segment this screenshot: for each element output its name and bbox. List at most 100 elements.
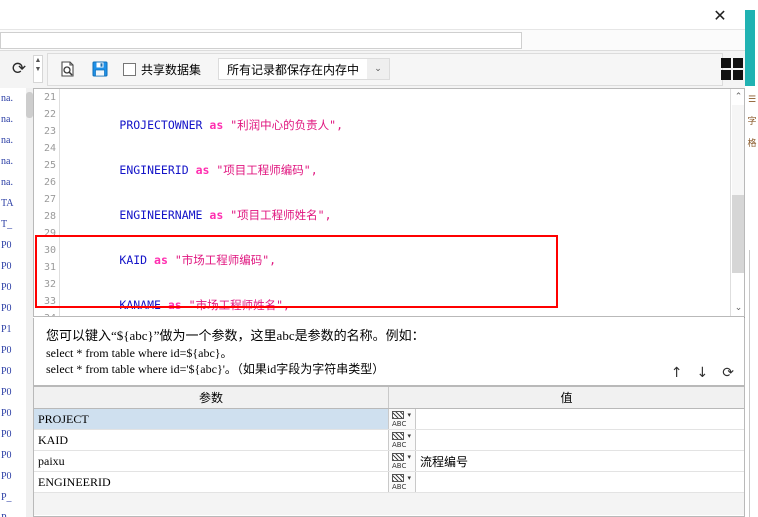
text-type-icon[interactable]: ▾ ABC bbox=[391, 431, 413, 449]
param-type-cell[interactable]: ▾ ABC bbox=[389, 472, 416, 492]
shared-dataset-label: 共享数据集 bbox=[141, 62, 202, 77]
bg-icon-3: 格 bbox=[747, 138, 757, 148]
table-row[interactable]: ENGINEERID ▾ ABC bbox=[34, 472, 744, 493]
chevron-down-icon[interactable]: ▾ bbox=[407, 411, 411, 419]
type-hatch bbox=[392, 431, 404, 440]
save-icon[interactable] bbox=[90, 59, 110, 79]
line-number: 25 bbox=[43, 160, 56, 171]
refresh-icon[interactable]: ⟳ bbox=[6, 56, 32, 82]
code-token-alias: "利润中心的负责人", bbox=[230, 118, 343, 132]
background-gutter-row: P_ bbox=[1, 492, 12, 503]
code-content[interactable]: PROJECTOWNER as "利润中心的负责人", ENGINEERID a… bbox=[60, 89, 730, 316]
background-gutter-scroll-thumb[interactable] bbox=[26, 92, 33, 118]
refresh-params-icon[interactable]: ⟳ bbox=[722, 365, 734, 381]
background-gutter-row: na. bbox=[1, 177, 13, 188]
code-line: ENGINEERID as "项目工程师编码", bbox=[60, 162, 730, 179]
param-value-cell[interactable] bbox=[416, 472, 744, 492]
storage-mode-value: 所有记录都保存在内存中 bbox=[227, 62, 360, 77]
scroll-down-small-icon[interactable]: ▼ bbox=[34, 65, 42, 74]
hint-line-2: select * from table where id=${abc}。 bbox=[46, 346, 233, 360]
table-row[interactable]: PROJECT ▾ ABC bbox=[34, 409, 744, 430]
line-number: 22 bbox=[43, 109, 56, 120]
param-name-cell[interactable]: paixu bbox=[34, 451, 389, 471]
param-type-cell[interactable]: ▾ ABC bbox=[389, 451, 416, 471]
line-number: 27 bbox=[43, 194, 56, 205]
code-token-as: as bbox=[154, 253, 168, 267]
storage-mode-select[interactable]: 所有记录都保存在内存中 ⌄ bbox=[218, 58, 391, 80]
grid-view-button[interactable] bbox=[720, 57, 744, 81]
scroll-down-icon[interactable]: ⌄ bbox=[731, 300, 744, 316]
line-number: 33 bbox=[43, 296, 56, 307]
grid-cell-4 bbox=[733, 70, 743, 80]
type-label: ABC bbox=[392, 419, 407, 428]
line-number: 32 bbox=[43, 279, 56, 290]
text-type-icon[interactable]: ▾ ABC bbox=[391, 473, 413, 491]
line-number: 30 bbox=[43, 245, 56, 256]
shared-dataset-checkbox[interactable] bbox=[123, 62, 136, 76]
parameter-hint-box: 您可以键入“${abc}”做为一个参数，这里abc是参数的名称。例如： sele… bbox=[33, 318, 745, 386]
code-line: PROJECTOWNER as "利润中心的负责人", bbox=[60, 117, 730, 134]
background-gutter-row: P0 bbox=[1, 282, 12, 293]
type-hatch bbox=[392, 452, 404, 461]
line-number: 23 bbox=[43, 126, 56, 137]
background-gutter-row: P1 bbox=[1, 324, 12, 335]
close-icon[interactable]: ✕ bbox=[699, 0, 741, 30]
chevron-down-icon[interactable]: ▾ bbox=[407, 453, 411, 461]
chevron-down-icon[interactable]: ▾ bbox=[407, 474, 411, 482]
code-line: KAID as "市场工程师编码", bbox=[60, 252, 730, 269]
shared-dataset-checkbox-group[interactable]: 共享数据集 bbox=[123, 60, 201, 78]
background-gutter-row: P0 bbox=[1, 429, 12, 440]
code-token-as: as bbox=[209, 118, 224, 132]
parameter-toolbar: ↑ ↓ ⟳ bbox=[671, 365, 734, 381]
editor-scroll-track[interactable] bbox=[732, 105, 744, 195]
param-name-cell[interactable]: ENGINEERID bbox=[34, 472, 389, 492]
background-icon-column: ☰ 字 格 bbox=[744, 88, 758, 248]
dataset-name-input[interactable] bbox=[0, 32, 522, 49]
background-gutter-scrollbar[interactable] bbox=[26, 88, 33, 517]
background-teal-accent bbox=[744, 10, 755, 86]
background-gutter-row: P0 bbox=[1, 366, 12, 377]
background-gutter-row: P0 bbox=[1, 450, 12, 461]
background-gutter-row: P0 bbox=[1, 387, 12, 398]
background-gutter-row: P0 bbox=[1, 240, 12, 251]
line-number: 28 bbox=[43, 211, 56, 222]
background-gutter-row: P0 bbox=[1, 471, 12, 482]
param-value-cell[interactable] bbox=[416, 430, 744, 450]
param-type-cell[interactable]: ▾ ABC bbox=[389, 430, 416, 450]
parameter-table: 参数 值 PROJECT ▾ ABC KAID ▾ ABC paixu ▾ AB… bbox=[33, 386, 745, 517]
line-number: 31 bbox=[43, 262, 56, 273]
code-token-column: KAID bbox=[119, 253, 148, 267]
background-divider bbox=[749, 250, 750, 517]
bg-icon-2: 字 bbox=[747, 116, 757, 126]
param-name-cell[interactable]: PROJECT bbox=[34, 409, 389, 429]
chevron-down-icon[interactable]: ▾ bbox=[407, 432, 411, 440]
code-line: ENGINEERNAME as "项目工程师姓名", bbox=[60, 207, 730, 224]
param-value-cell[interactable]: 流程编号 bbox=[416, 451, 744, 471]
param-name-cell[interactable]: KAID bbox=[34, 430, 389, 450]
chevron-down-icon[interactable]: ⌄ bbox=[367, 59, 390, 79]
move-down-icon[interactable]: ↓ bbox=[697, 365, 709, 381]
column-header-param: 参数 bbox=[34, 387, 389, 408]
line-number: 29 bbox=[43, 228, 56, 239]
type-hatch bbox=[392, 410, 404, 419]
scroll-up-icon[interactable]: ⌃ bbox=[731, 89, 744, 105]
editor-scroll-thumb[interactable] bbox=[732, 195, 744, 273]
background-gutter-row: na. bbox=[1, 156, 13, 167]
move-up-icon[interactable]: ↑ bbox=[671, 365, 683, 381]
line-number: 21 bbox=[43, 92, 56, 103]
hint-line-1: 您可以键入“${abc}”做为一个参数，这里abc是参数的名称。例如： bbox=[46, 328, 425, 343]
code-token-column: ENGINEERNAME bbox=[119, 208, 203, 222]
table-row[interactable]: paixu ▾ ABC 流程编号 bbox=[34, 451, 744, 472]
table-row[interactable]: KAID ▾ ABC bbox=[34, 430, 744, 451]
text-type-icon[interactable]: ▾ ABC bbox=[391, 452, 413, 470]
code-token-column: KANAME bbox=[119, 298, 161, 312]
preview-icon[interactable] bbox=[58, 59, 78, 79]
scroll-up-small-icon[interactable]: ▲ bbox=[34, 56, 42, 65]
param-type-cell[interactable]: ▾ ABC bbox=[389, 409, 416, 429]
param-value-cell[interactable] bbox=[416, 409, 744, 429]
grid-cell-2 bbox=[733, 58, 743, 68]
editor-scrollbar[interactable]: ⌃ ⌄ bbox=[730, 89, 744, 316]
text-type-icon[interactable]: ▾ ABC bbox=[391, 410, 413, 428]
sql-editor[interactable]: 21 22 23 24 25 26 27 28 29 30 31 32 33 3… bbox=[33, 88, 745, 317]
toolbar-scroll-stepper[interactable]: ▲ ▼ bbox=[33, 55, 43, 83]
